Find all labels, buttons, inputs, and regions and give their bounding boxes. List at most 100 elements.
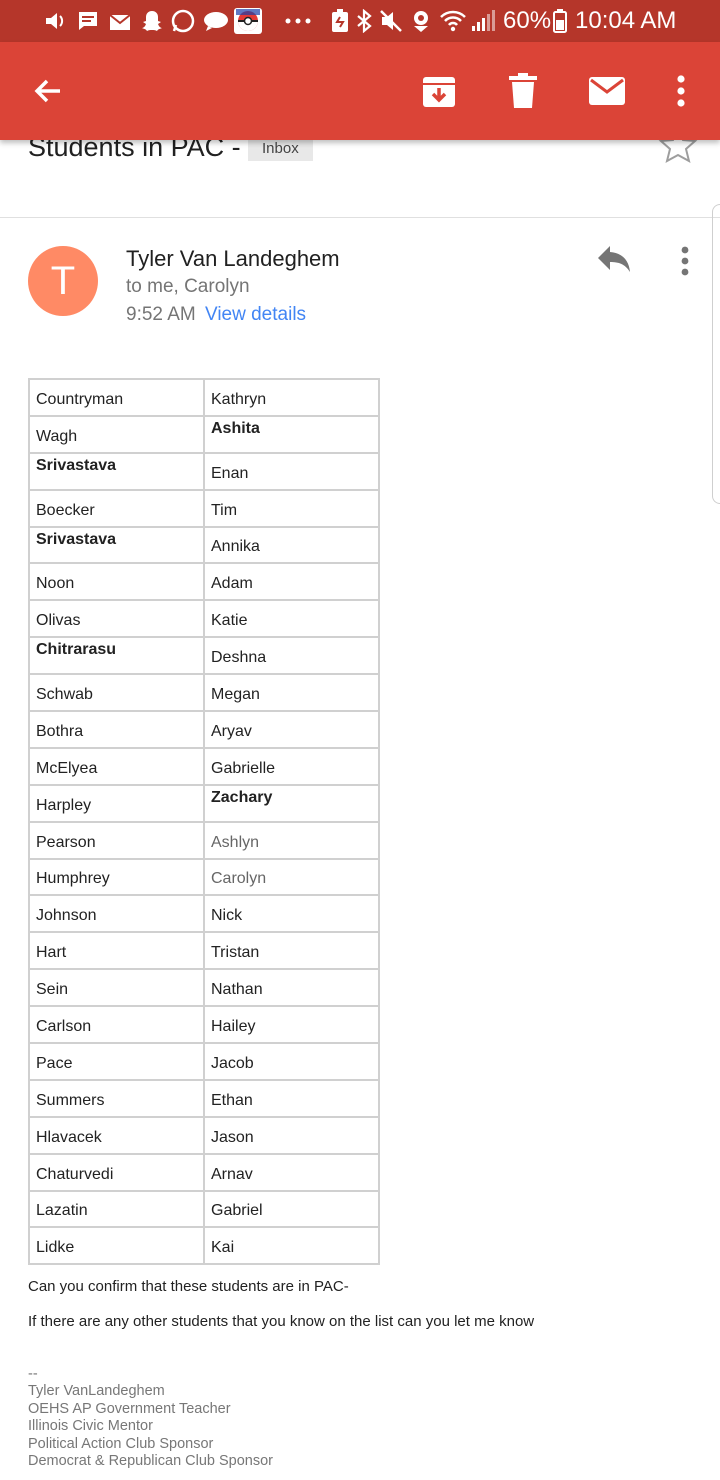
clock: 10:04 AM <box>575 7 677 34</box>
action-bar <box>0 42 720 140</box>
last-name-cell: McElyea <box>28 746 205 786</box>
first-name-cell: Gabrielle <box>203 746 380 786</box>
table-row: Boecker Tim <box>28 488 380 528</box>
first-name-cell: Katie <box>203 599 380 639</box>
last-name-cell: Bothra <box>28 710 205 749</box>
battery-saver-icon <box>330 8 350 34</box>
table-row: Srivastava Enan <box>28 451 380 491</box>
last-name-cell: Wagh <box>28 414 205 454</box>
scroll-handle[interactable] <box>712 204 720 504</box>
first-name-cell: Zachary <box>203 783 380 823</box>
last-name-cell: Summers <box>28 1078 205 1118</box>
first-name-cell: Nathan <box>203 968 380 1008</box>
last-name-cell: Johnson <box>28 894 205 934</box>
table-row: Wagh Ashita <box>28 414 380 454</box>
chat-bubble-icon <box>202 8 230 34</box>
first-name-cell: Jason <box>203 1115 380 1155</box>
last-name-cell: Chitrarasu <box>28 636 205 676</box>
arrow-back-icon <box>34 79 60 103</box>
more-dots-icon <box>284 8 312 34</box>
table-row: Srivastava Annika <box>28 525 380 565</box>
first-name-cell: Ashlyn <box>203 820 380 860</box>
table-row: Chitrarasu Deshna <box>28 636 380 676</box>
more-options-button[interactable] <box>653 63 709 119</box>
signature-line: Political Action Club Sponsor <box>28 1435 214 1452</box>
last-name-cell: Pace <box>28 1042 205 1081</box>
first-name-cell: Tristan <box>203 931 380 971</box>
mute-icon <box>378 8 404 34</box>
battery-icon <box>552 8 568 34</box>
bluetooth-icon <box>354 8 374 34</box>
recipients: to me, Carolyn <box>126 276 250 297</box>
last-name-cell: Pearson <box>28 820 205 860</box>
table-row: Bothra Aryav <box>28 710 380 749</box>
mark-unread-button[interactable] <box>579 63 635 119</box>
snapchat-icon <box>140 8 164 34</box>
time-row: 9:52 AM View details <box>126 304 306 326</box>
reply-button[interactable] <box>596 244 636 278</box>
table-row: Summers Ethan <box>28 1078 380 1118</box>
table-row: Schwab Megan <box>28 673 380 713</box>
last-name-cell: Chaturvedi <box>28 1152 205 1192</box>
avatar[interactable]: T <box>28 246 98 316</box>
first-name-cell: Carolyn <box>203 857 380 897</box>
signature-separator: -- <box>28 1366 38 1382</box>
table-row: Humphrey Carolyn <box>28 857 380 897</box>
first-name-cell: Kathryn <box>203 378 380 417</box>
table-row: Chaturvedi Arnav <box>28 1152 380 1192</box>
last-name-cell: Schwab <box>28 673 205 713</box>
sender-name: Tyler Van Landeghem <box>126 246 340 271</box>
last-name-cell: Harpley <box>28 783 205 823</box>
status-bar: 60% 10:04 AM <box>0 0 720 42</box>
location-icon <box>408 8 434 34</box>
first-name-cell: Nick <box>203 894 380 934</box>
last-name-cell: Lazatin <box>28 1189 205 1229</box>
volume-icon <box>44 8 68 34</box>
table-row: Lidke Kai <box>28 1226 380 1266</box>
first-name-cell: Megan <box>203 673 380 713</box>
last-name-cell: Hlavacek <box>28 1115 205 1155</box>
table-row: Pearson Ashlyn <box>28 820 380 860</box>
whatsapp-icon <box>170 8 196 34</box>
first-name-cell: Ethan <box>203 1078 380 1118</box>
pokeball-icon <box>234 8 262 34</box>
inbox-label[interactable]: Inbox <box>248 137 313 161</box>
archive-button[interactable] <box>411 63 467 119</box>
last-name-cell: Hart <box>28 931 205 971</box>
last-name-cell: Olivas <box>28 599 205 639</box>
table-row: Countryman Kathryn <box>28 378 380 417</box>
view-details-link[interactable]: View details <box>205 304 306 325</box>
mail-icon <box>108 8 132 34</box>
signature-line: Democrat & Republican Club Sponsor <box>28 1453 274 1469</box>
back-button[interactable] <box>20 63 76 119</box>
first-name-cell: Arnav <box>203 1152 380 1192</box>
envelope-icon <box>589 77 625 105</box>
delete-button[interactable] <box>495 63 551 119</box>
table-row: Hlavacek Jason <box>28 1115 380 1155</box>
last-name-cell: Carlson <box>28 1005 205 1045</box>
reply-icon <box>598 246 630 272</box>
first-name-cell: Jacob <box>203 1042 380 1081</box>
last-name-cell: Sein <box>28 968 205 1008</box>
last-name-cell: Noon <box>28 562 205 602</box>
last-name-cell: Boecker <box>28 488 205 528</box>
message-more-button[interactable] <box>672 244 698 278</box>
more-vert-icon <box>677 75 685 107</box>
first-name-cell: Tim <box>203 488 380 528</box>
signature-line: OEHS AP Government Teacher <box>28 1400 231 1417</box>
table-row: Olivas Katie <box>28 599 380 639</box>
last-name-cell: Srivastava <box>28 451 205 491</box>
signature-line: Illinois Civic Mentor <box>28 1418 153 1434</box>
table-row: Johnson Nick <box>28 894 380 934</box>
last-name-cell: Srivastava <box>28 525 205 565</box>
signal-icon <box>470 8 496 34</box>
last-name-cell: Countryman <box>28 378 205 417</box>
first-name-cell: Aryav <box>203 710 380 749</box>
archive-icon <box>423 77 455 107</box>
sent-time: 9:52 AM <box>126 304 196 325</box>
table-row: Noon Adam <box>28 562 380 602</box>
table-row: Lazatin Gabriel <box>28 1189 380 1229</box>
wifi-icon <box>438 8 468 34</box>
table-row: Hart Tristan <box>28 931 380 971</box>
more-vert-icon <box>681 246 689 276</box>
